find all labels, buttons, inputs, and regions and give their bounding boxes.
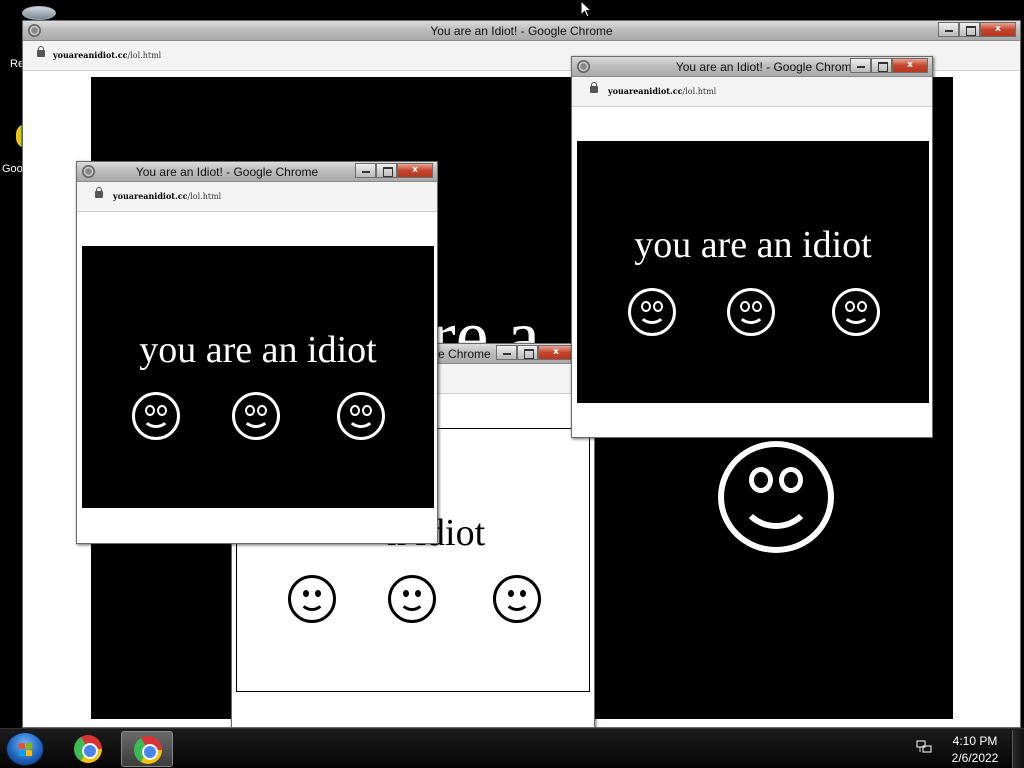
lock-icon: [37, 46, 45, 57]
chrome-window-right[interactable]: You are an Idiot! - Google Chrome x youa…: [571, 56, 933, 438]
smiley-icon: [628, 288, 676, 336]
maximize-button[interactable]: [517, 345, 538, 360]
url-text[interactable]: youareanidiot.cc/lol.html: [113, 191, 221, 201]
taskbar: [0, 728, 1024, 768]
lock-icon: [95, 187, 103, 198]
minimize-button[interactable]: [938, 22, 959, 37]
desktop-icon-label-chrome: Goo: [2, 163, 23, 175]
chrome-icon: [577, 60, 590, 73]
lock-icon: [590, 82, 598, 93]
close-button[interactable]: x: [892, 58, 928, 73]
maximize-button[interactable]: [959, 22, 980, 37]
recycle-bin-icon[interactable]: [22, 6, 56, 20]
address-bar[interactable]: youareanidiot.cc/lol.html: [77, 182, 437, 212]
titlebar[interactable]: You are an Idiot! - Google Chrome x: [572, 57, 932, 77]
address-bar[interactable]: youareanidiot.cc/lol.html: [572, 77, 932, 107]
chrome-icon: [134, 736, 162, 764]
window-title: You are an Idiot! - Google Chrome: [135, 165, 319, 179]
taskbar-chrome-active[interactable]: [121, 731, 173, 767]
idiot-text: you are an idiot: [634, 224, 872, 266]
chrome-icon: [74, 735, 102, 763]
content-panel-black: you are an idiot: [577, 141, 929, 403]
system-clock[interactable]: 4:10 PM 2/6/2022: [940, 733, 1010, 767]
close-button[interactable]: x: [397, 163, 433, 178]
windows-logo-icon: [19, 743, 33, 757]
start-button[interactable]: [6, 732, 44, 766]
minimize-button[interactable]: [850, 58, 871, 73]
mouse-cursor-icon: [580, 0, 592, 18]
clock-time: 4:10 PM: [952, 734, 998, 748]
smiley-icon: [718, 441, 834, 553]
minimize-button[interactable]: [496, 345, 517, 360]
clock-date: 2/6/2022: [951, 751, 999, 765]
close-button[interactable]: x: [980, 22, 1016, 37]
window-title: You are an Idiot! - Google Chrome: [430, 24, 613, 38]
titlebar[interactable]: You are an Idiot! - Google Chrome x: [23, 21, 1020, 41]
show-desktop-button[interactable]: [1012, 730, 1024, 768]
titlebar[interactable]: You are an Idiot! - Google Chrome x: [77, 162, 437, 182]
smiley-icon: [232, 392, 280, 440]
maximize-button[interactable]: [871, 58, 892, 73]
url-text[interactable]: youareanidiot.cc/lol.html: [53, 50, 161, 60]
minimize-button[interactable]: [355, 163, 376, 178]
taskbar-chrome-pinned[interactable]: [62, 731, 114, 767]
idiot-text: you are an idiot: [139, 329, 377, 371]
smiley-icon: [388, 575, 436, 623]
url-text[interactable]: youareanidiot.cc/lol.html: [608, 86, 716, 96]
smiley-icon: [727, 288, 775, 336]
smiley-icon: [832, 288, 880, 336]
maximize-button[interactable]: [376, 163, 397, 178]
smiley-icon: [288, 575, 336, 623]
content-panel-black: you are an idiot: [82, 246, 434, 508]
smiley-icon: [493, 575, 541, 623]
network-icon[interactable]: [916, 740, 932, 754]
smiley-icon: [132, 392, 180, 440]
smiley-icon: [337, 392, 385, 440]
chrome-window-left[interactable]: You are an Idiot! - Google Chrome x youa…: [76, 161, 438, 544]
close-button[interactable]: x: [538, 345, 574, 360]
